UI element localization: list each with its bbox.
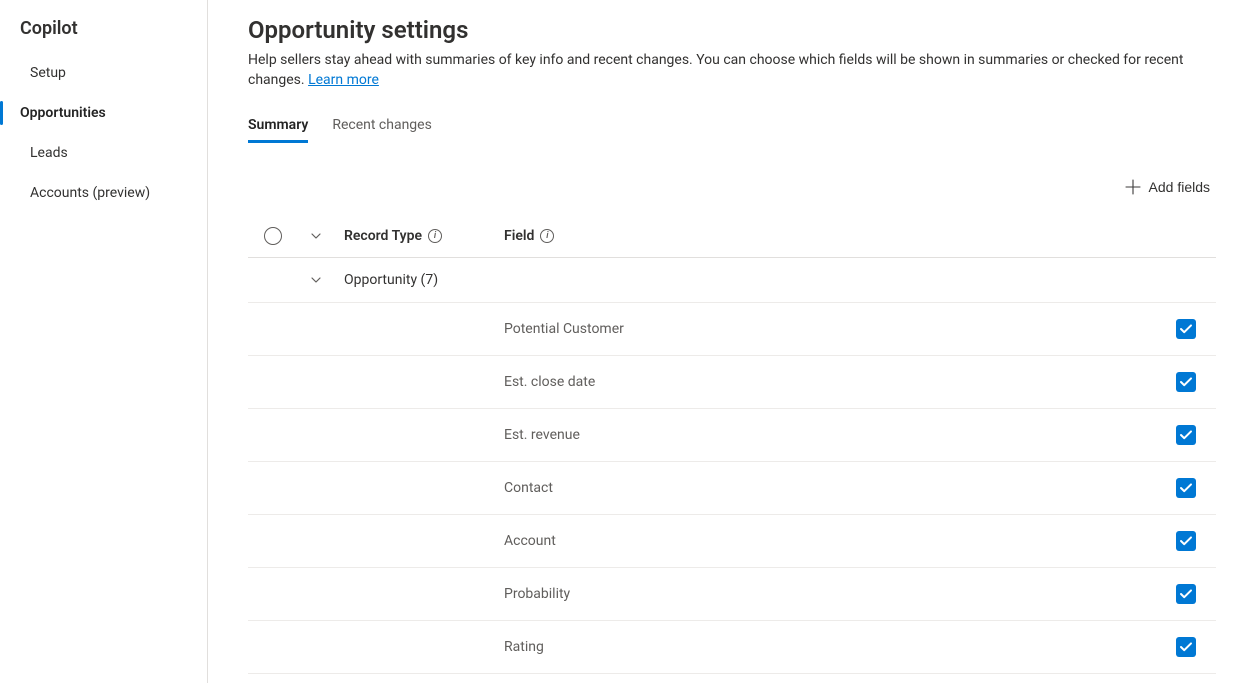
field-checkbox[interactable] bbox=[1176, 637, 1196, 657]
field-row: Account bbox=[248, 515, 1216, 568]
add-fields-label: Add fields bbox=[1149, 179, 1210, 195]
plus-icon bbox=[1125, 179, 1141, 195]
sidebar: Copilot Setup Opportunities Leads Accoun… bbox=[0, 0, 208, 683]
grid-header: Record Type Field bbox=[248, 215, 1216, 258]
field-checkbox[interactable] bbox=[1176, 478, 1196, 498]
field-checkbox[interactable] bbox=[1176, 319, 1196, 339]
field-row: Rating bbox=[248, 621, 1216, 674]
field-name-label: Contact bbox=[504, 480, 1168, 496]
sidebar-item-accounts[interactable]: Accounts (preview) bbox=[0, 173, 207, 213]
learn-more-link[interactable]: Learn more bbox=[308, 72, 379, 88]
fields-grid: Record Type Field Opportunity (7) bbox=[248, 215, 1216, 674]
field-row: Probability bbox=[248, 568, 1216, 621]
sidebar-item-setup[interactable]: Setup bbox=[0, 53, 207, 93]
col-field-label: Field bbox=[504, 228, 534, 244]
toolbar: Add fields bbox=[248, 179, 1216, 195]
field-checkbox[interactable] bbox=[1176, 372, 1196, 392]
field-checkbox[interactable] bbox=[1176, 531, 1196, 551]
page-description: Help sellers stay ahead with summaries o… bbox=[248, 50, 1216, 91]
col-record-type: Record Type bbox=[344, 228, 504, 244]
group-row-opportunity: Opportunity (7) bbox=[248, 258, 1216, 303]
tab-recent-changes[interactable]: Recent changes bbox=[332, 109, 431, 143]
field-name-label: Rating bbox=[504, 639, 1168, 655]
info-icon[interactable] bbox=[428, 229, 442, 243]
field-name-label: Est. revenue bbox=[504, 427, 1168, 443]
field-row: Est. revenue bbox=[248, 409, 1216, 462]
page-desc-text: Help sellers stay ahead with summaries o… bbox=[248, 52, 1183, 88]
sidebar-item-opportunities[interactable]: Opportunities bbox=[0, 93, 207, 133]
tabs: Summary Recent changes bbox=[248, 109, 1216, 143]
field-row: Est. close date bbox=[248, 356, 1216, 409]
field-name-label: Probability bbox=[504, 586, 1168, 602]
group-label: Opportunity (7) bbox=[344, 272, 504, 288]
field-checkbox[interactable] bbox=[1176, 584, 1196, 604]
field-row: Contact bbox=[248, 462, 1216, 515]
field-name-label: Potential Customer bbox=[504, 321, 1168, 337]
main-content: Opportunity settings Help sellers stay a… bbox=[208, 0, 1256, 683]
page-title: Opportunity settings bbox=[248, 16, 1216, 44]
field-name-label: Est. close date bbox=[504, 374, 1168, 390]
group-expand-toggle[interactable] bbox=[310, 274, 322, 286]
col-field: Field bbox=[504, 228, 1168, 244]
col-record-type-label: Record Type bbox=[344, 228, 422, 244]
field-row: Potential Customer bbox=[248, 303, 1216, 356]
tab-summary[interactable]: Summary bbox=[248, 109, 308, 143]
info-icon[interactable] bbox=[540, 229, 554, 243]
sidebar-item-leads[interactable]: Leads bbox=[0, 133, 207, 173]
field-name-label: Account bbox=[504, 533, 1168, 549]
add-fields-button[interactable]: Add fields bbox=[1125, 179, 1210, 195]
select-all-radio[interactable] bbox=[264, 227, 282, 245]
sidebar-title: Copilot bbox=[0, 18, 207, 53]
header-expand-toggle[interactable] bbox=[310, 230, 322, 242]
field-checkbox[interactable] bbox=[1176, 425, 1196, 445]
